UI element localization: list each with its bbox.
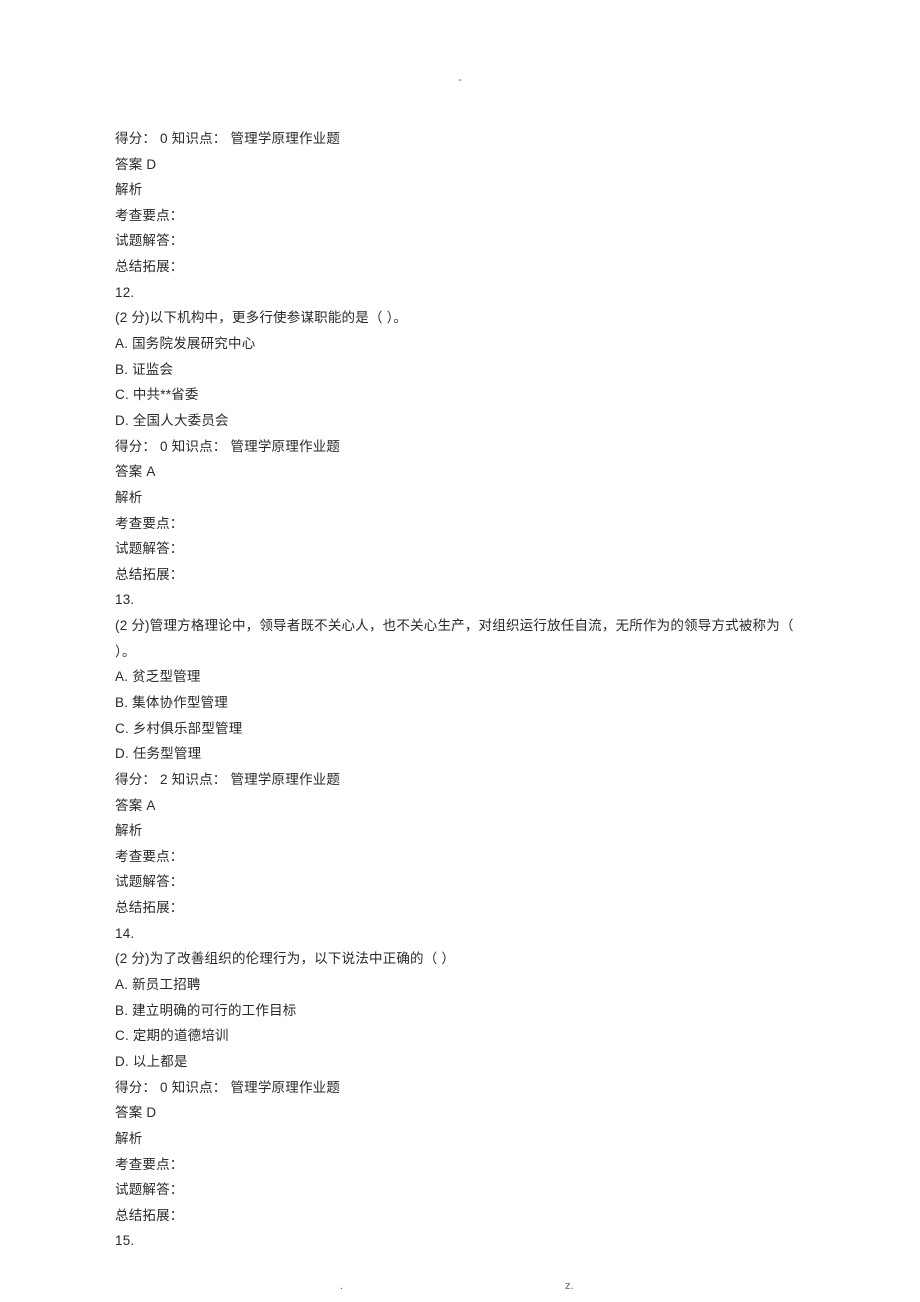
footer-z: z. — [565, 1276, 574, 1297]
option-c: C. 定期的道德培训 — [115, 1023, 805, 1049]
score-line: 得分： 2 知识点： 管理学原理作业题 — [115, 767, 805, 793]
question-number: 12. — [115, 280, 805, 306]
analysis-label: 解析 — [115, 818, 805, 844]
question-number: 13. — [115, 587, 805, 613]
option-a: A. 贫乏型管理 — [115, 664, 805, 690]
option-b: B. 建立明确的可行的工作目标 — [115, 998, 805, 1024]
solution-label: 试题解答： — [115, 228, 805, 254]
exam-point-label: 考查要点： — [115, 1152, 805, 1178]
summary-label: 总结拓展： — [115, 562, 805, 588]
summary-label: 总结拓展： — [115, 254, 805, 280]
score-line: 得分： 0 知识点： 管理学原理作业题 — [115, 126, 805, 152]
analysis-label: 解析 — [115, 177, 805, 203]
question-stem: (2 分)管理方格理论中，领导者既不关心人，也不关心生产，对组织运行放任自流，无… — [115, 613, 805, 664]
footer-dot: . — [340, 1276, 343, 1297]
document-content: 得分： 0 知识点： 管理学原理作业题 答案 D 解析 考查要点： 试题解答： … — [115, 126, 805, 1254]
exam-point-label: 考查要点： — [115, 511, 805, 537]
answer-line: 答案 A — [115, 459, 805, 485]
summary-label: 总结拓展： — [115, 1203, 805, 1229]
option-a: A. 国务院发展研究中心 — [115, 331, 805, 357]
answer-line: 答案 D — [115, 152, 805, 178]
exam-point-label: 考查要点： — [115, 844, 805, 870]
summary-label: 总结拓展： — [115, 895, 805, 921]
question-stem: (2 分)为了改善组织的伦理行为，以下说法中正确的（ ） — [115, 946, 805, 972]
document-page: - 得分： 0 知识点： 管理学原理作业题 答案 D 解析 考查要点： 试题解答… — [0, 0, 920, 1302]
answer-line: 答案 A — [115, 793, 805, 819]
exam-point-label: 考查要点： — [115, 203, 805, 229]
option-d: D. 任务型管理 — [115, 741, 805, 767]
analysis-label: 解析 — [115, 485, 805, 511]
option-b: B. 证监会 — [115, 357, 805, 383]
option-c: C. 中共**省委 — [115, 382, 805, 408]
option-d: D. 全国人大委员会 — [115, 408, 805, 434]
score-line: 得分： 0 知识点： 管理学原理作业题 — [115, 434, 805, 460]
question-number: 14. — [115, 921, 805, 947]
option-a: A. 新员工招聘 — [115, 972, 805, 998]
solution-label: 试题解答： — [115, 869, 805, 895]
solution-label: 试题解答： — [115, 536, 805, 562]
option-c: C. 乡村俱乐部型管理 — [115, 716, 805, 742]
score-line: 得分： 0 知识点： 管理学原理作业题 — [115, 1075, 805, 1101]
analysis-label: 解析 — [115, 1126, 805, 1152]
question-stem: (2 分)以下机构中，更多行使参谋职能的是（ ）。 — [115, 305, 805, 331]
answer-line: 答案 D — [115, 1100, 805, 1126]
solution-label: 试题解答： — [115, 1177, 805, 1203]
header-mark: - — [115, 70, 805, 91]
question-number: 15. — [115, 1228, 805, 1254]
option-b: B. 集体协作型管理 — [115, 690, 805, 716]
option-d: D. 以上都是 — [115, 1049, 805, 1075]
